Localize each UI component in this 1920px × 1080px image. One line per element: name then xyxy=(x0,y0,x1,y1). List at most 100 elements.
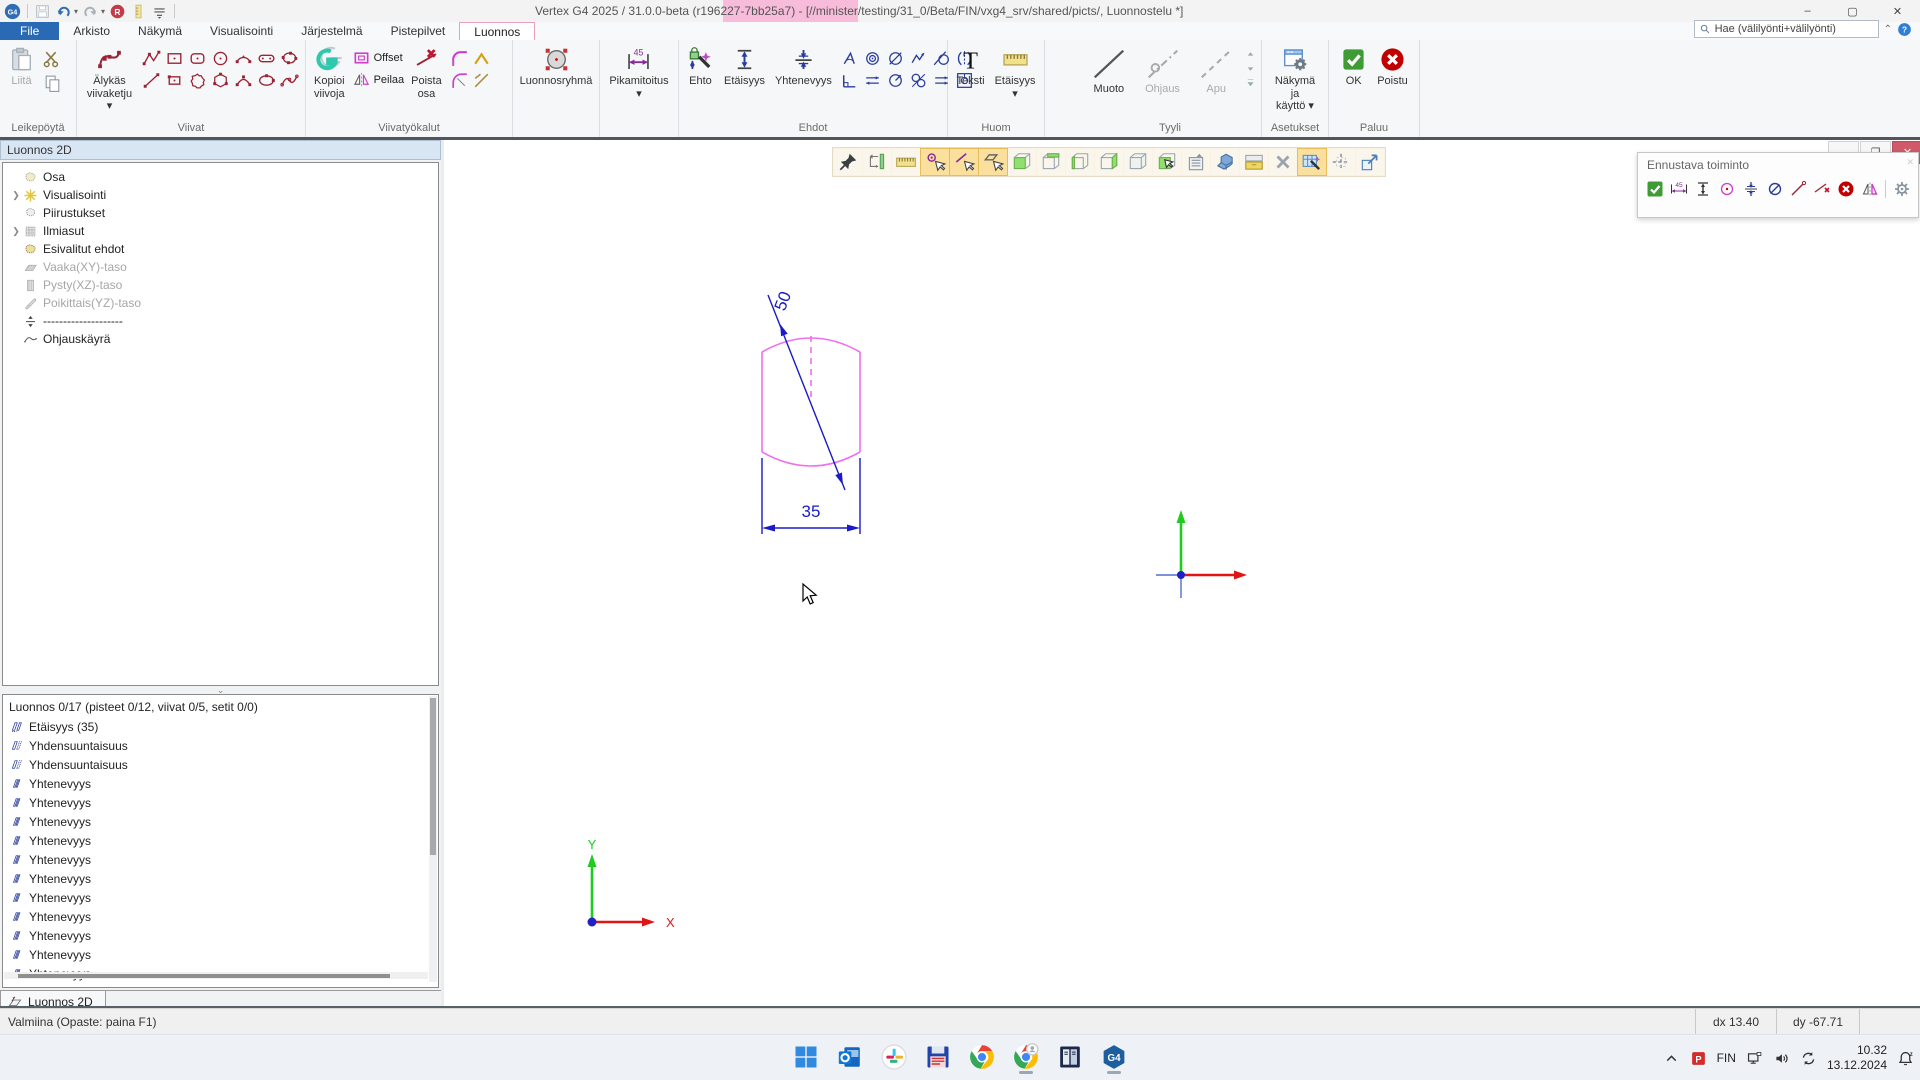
list-hscroll-thumb[interactable] xyxy=(18,974,390,978)
taskbar-g4hex-button[interactable]: G4 xyxy=(1100,1043,1128,1074)
cube-select-button[interactable] xyxy=(1153,149,1181,175)
sketch-profile[interactable] xyxy=(762,336,860,466)
gear-button[interactable] xyxy=(1891,178,1912,200)
cube-right-button[interactable] xyxy=(1095,149,1123,175)
style-scroll[interactable] xyxy=(1245,49,1256,88)
line-pt-button[interactable] xyxy=(1788,178,1809,200)
v-polyline-button[interactable] xyxy=(141,48,162,69)
tree-item-5[interactable]: Vaaka(XY)-taso xyxy=(3,258,438,276)
v-gear-button[interactable] xyxy=(187,70,208,91)
tree-item-3[interactable]: ❯ Ilmiasut xyxy=(3,222,438,240)
taskbar-chrome-button[interactable] xyxy=(968,1043,996,1074)
language-indicator[interactable]: FIN xyxy=(1717,1051,1736,1065)
panel-splitter[interactable]: ⌄ xyxy=(2,686,439,694)
c-perp-button[interactable] xyxy=(839,70,860,91)
v-circle-button[interactable] xyxy=(210,48,231,69)
sketch-group-button[interactable]: Luonnosryhmä xyxy=(517,45,596,89)
constraint-item[interactable]: Yhtenevyys xyxy=(3,945,438,964)
snap-line-button[interactable] xyxy=(950,149,978,175)
menu-tab-visualisointi[interactable]: Visualisointi xyxy=(196,22,287,40)
v-ellipse-button[interactable] xyxy=(256,70,277,91)
tree-item-6[interactable]: Pysty(XZ)-taso xyxy=(3,276,438,294)
menu-tab-arkisto[interactable]: Arkisto xyxy=(59,22,124,40)
search-collapse-icon[interactable]: ⌃ xyxy=(1884,24,1892,35)
network-icon[interactable] xyxy=(1746,1050,1763,1067)
mirror-button[interactable] xyxy=(1859,178,1880,200)
taskbar-cards-button[interactable] xyxy=(1056,1043,1084,1074)
offset-button[interactable]: Offset xyxy=(352,48,405,67)
taskbar-outlook-button[interactable] xyxy=(836,1043,864,1074)
cube-left-button[interactable] xyxy=(1066,149,1094,175)
tree-item-1[interactable]: ❯ Visualisointi xyxy=(3,186,438,204)
note-dimension-button[interactable]: Etäisyys ▾ xyxy=(992,45,1039,101)
v-arc2-button[interactable] xyxy=(233,70,254,91)
snap-plane-button[interactable] xyxy=(979,149,1007,175)
v-rectpt-button[interactable] xyxy=(164,70,185,91)
v-line-button[interactable] xyxy=(141,70,162,91)
tree-item-4[interactable]: Esivalitut ehdot xyxy=(3,240,438,258)
pin-button[interactable] xyxy=(834,149,862,175)
ruler-button[interactable] xyxy=(892,149,920,175)
paste-button[interactable]: Liitä xyxy=(5,45,38,89)
ruler-mini-icon[interactable] xyxy=(130,3,147,20)
v-slot-button[interactable] xyxy=(256,48,277,69)
drawing-canvas[interactable]: 35 50 Y xyxy=(444,140,1920,1008)
taskbar-chrome2-button[interactable] xyxy=(1012,1043,1040,1074)
copy-lines-button[interactable]: Kopioi viivoja xyxy=(311,45,348,101)
constraint-item[interactable]: Yhtenevyys xyxy=(3,774,438,793)
customize-icon[interactable] xyxy=(151,3,168,20)
coincident-constraint-button[interactable]: Yhtenevyys xyxy=(772,45,835,89)
cube-front-button[interactable] xyxy=(1008,149,1036,175)
constraint-item[interactable]: Yhdensuuntaisuus xyxy=(3,736,438,755)
constraint-item[interactable]: Yhtenevyys xyxy=(3,926,438,945)
tree-item-8[interactable]: -------------------- xyxy=(3,312,438,330)
taskbar-win-button[interactable] xyxy=(792,1043,820,1074)
c-radius-button[interactable] xyxy=(885,70,906,91)
c-circles-button[interactable] xyxy=(908,70,929,91)
chamfer-button[interactable] xyxy=(471,48,492,69)
distance-constraint-button[interactable]: Etäisyys xyxy=(721,45,768,89)
remove-part-button[interactable]: Poista osa xyxy=(408,45,445,101)
v-blob-button[interactable] xyxy=(279,48,300,69)
dimension-35[interactable] xyxy=(762,458,860,534)
c-angle-button[interactable] xyxy=(839,48,860,69)
constraint-item[interactable]: Yhtenevyys xyxy=(3,869,438,888)
constraint-item[interactable]: Yhtenevyys xyxy=(3,812,438,831)
symmetry-button[interactable] xyxy=(1740,178,1761,200)
v-rect-button[interactable] xyxy=(164,48,185,69)
export-button[interactable] xyxy=(1356,149,1384,175)
dim45-button[interactable]: 45 xyxy=(1669,178,1690,200)
view-settings-button[interactable]: Näkymä ja käyttö ▾ xyxy=(1267,45,1323,114)
exit-button[interactable]: Poistu xyxy=(1374,45,1411,89)
wand-grid-button[interactable] xyxy=(1298,149,1326,175)
c-concentric-button[interactable] xyxy=(862,48,883,69)
panel-close-icon[interactable]: ✕ xyxy=(1906,157,1914,168)
list-menu-button[interactable] xyxy=(1182,149,1210,175)
no-sign-button[interactable] xyxy=(1764,178,1785,200)
g4-logo-icon[interactable]: G4 xyxy=(4,3,21,20)
smart-chain-button[interactable]: Älykäs viivaketju ▾ xyxy=(82,45,137,114)
tray-p-badge-icon[interactable]: P xyxy=(1690,1050,1707,1067)
cube-back-button[interactable] xyxy=(1037,149,1065,175)
c-direction-button[interactable] xyxy=(908,48,929,69)
copy-button[interactable] xyxy=(42,73,63,94)
save-icon[interactable] xyxy=(34,3,51,20)
clock[interactable]: 10.32 13.12.2024 xyxy=(1827,1043,1887,1073)
drawer-button[interactable] xyxy=(1240,149,1268,175)
expand-chevron-icon[interactable]: ❯ xyxy=(9,190,23,201)
maximize-button[interactable]: ▢ xyxy=(1830,0,1875,22)
expand-chevron-icon[interactable]: ❯ xyxy=(9,226,23,237)
menu-tab-pistepilvet[interactable]: Pistepilvet xyxy=(377,22,460,40)
text-button[interactable]: TTeksti xyxy=(953,45,987,89)
help-icon[interactable]: ? xyxy=(1897,22,1912,37)
menu-tab-file[interactable]: File xyxy=(0,22,59,40)
v-spline-button[interactable] xyxy=(279,70,300,91)
list-vscroll-thumb[interactable] xyxy=(430,698,436,855)
fillet-button[interactable] xyxy=(449,48,470,69)
mirror-button[interactable]: Peilaa xyxy=(352,70,405,89)
v-rect2-button[interactable] xyxy=(187,48,208,69)
tree-item-2[interactable]: Piirustukset xyxy=(3,204,438,222)
part-blue-button[interactable] xyxy=(1211,149,1239,175)
dim-ref-button[interactable] xyxy=(863,149,891,175)
c-parallel-button[interactable] xyxy=(862,70,883,91)
